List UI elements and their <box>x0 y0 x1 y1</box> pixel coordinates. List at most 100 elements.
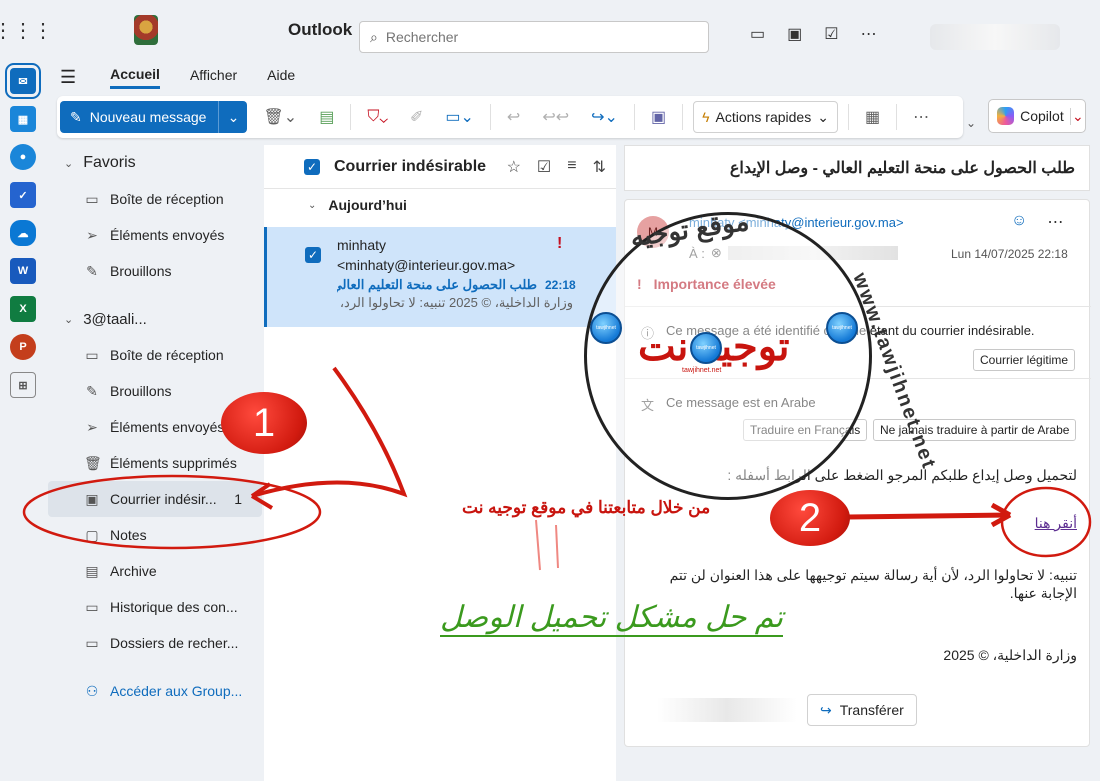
reply-icon[interactable]: ↩ <box>501 107 526 127</box>
new-message-dropdown-icon[interactable]: ⌄ <box>219 109 247 126</box>
folder-inbox[interactable]: ▭ Boîte de réception <box>48 337 262 373</box>
folder-search[interactable]: ▭ Dossiers de recher... <box>48 625 262 661</box>
forward-arrow-icon: ↪ <box>820 701 832 718</box>
sweep-icon[interactable]: ✐ <box>404 107 429 127</box>
more-actions-icon[interactable]: ⋯ <box>1047 212 1063 232</box>
todo-app-icon[interactable]: ✓ <box>10 182 36 208</box>
email-subject: طلب الحصول على منحة التعليم العالي - وصل… <box>624 145 1090 191</box>
sort-icon[interactable]: ⇅ <box>593 157 606 177</box>
reply-all-icon[interactable]: ↩↩ <box>536 107 575 127</box>
folder-junk[interactable]: ▣ Courrier indésir... 1 <box>48 481 262 517</box>
importance-banner: ! Importance élevée <box>637 276 776 292</box>
word-app-icon[interactable]: W <box>10 258 36 284</box>
body-footer: وزارة الداخلية، © 2025 <box>943 647 1077 663</box>
app-launcher-icon[interactable]: ⋮⋮⋮ <box>0 18 53 43</box>
importance-label: Importance élevée <box>653 276 776 292</box>
folder-archive[interactable]: ▤ Archive <box>48 553 262 589</box>
filter-icon[interactable]: ≡ <box>567 157 576 177</box>
new-message-main[interactable]: ✎ Nouveau message <box>60 101 220 133</box>
body-warning: تنبيه: لا تحاولوا الرد، لأن أية رسالة سي… <box>669 567 1077 601</box>
people-app-icon[interactable]: ● <box>10 144 36 170</box>
tab-accueil[interactable]: Accueil <box>110 66 160 89</box>
chevron-down-icon[interactable]: ⌄ <box>1069 107 1085 125</box>
new-message-label: Nouveau message <box>89 109 207 125</box>
avatar[interactable]: M <box>637 216 669 248</box>
download-link-text[interactable]: أنقر هنا <box>1035 515 1077 531</box>
sender-address[interactable]: minhaty <minhaty@interieur.gov.ma> <box>689 215 904 230</box>
meet-now-icon[interactable]: ▭ <box>750 24 765 44</box>
ribbon-tabs: ☰ Accueil Afficher Aide <box>60 62 295 92</box>
copilot-button[interactable]: Copilot ⌄ <box>988 99 1086 133</box>
account-header[interactable]: ⌄ 3@taali... <box>48 301 262 337</box>
favorite-drafts[interactable]: ✎ Brouillons <box>48 253 262 289</box>
more-options-icon[interactable]: ⋯ <box>861 24 877 44</box>
reading-pane: طلب الحصول على منحة التعليم العالي - وصل… <box>624 145 1091 781</box>
folder-notes[interactable]: ▢ Notes <box>48 517 262 553</box>
select-all-checkbox[interactable]: ✓ <box>304 158 320 175</box>
apps-grid-icon[interactable]: ▦ <box>859 107 886 127</box>
date-group-header[interactable]: ⌄ Aujourd’hui <box>264 189 616 221</box>
folder-label: Brouillons <box>110 383 172 399</box>
note-icon: ▢ <box>85 526 99 543</box>
folder-icon: ▭ <box>85 598 99 615</box>
folder-history[interactable]: ▭ Historique des con... <box>48 589 262 625</box>
groups-link[interactable]: ⚇ Accéder aux Group... <box>48 673 262 709</box>
translation-infobar: 文 Ce message est en Arabe Traduire en Fr… <box>625 378 1091 448</box>
junk-notice-row: ⓘ Ce message a été identifié comme étant… <box>641 323 1035 342</box>
divider <box>489 104 491 130</box>
folder-drafts[interactable]: ✎ Brouillons <box>48 373 262 409</box>
translate-button[interactable]: Traduire en Français <box>743 419 868 441</box>
folder-deleted[interactable]: 🗑 Éléments supprimés <box>48 445 262 481</box>
folder-sent[interactable]: ➢ Éléments envoyés <box>48 409 262 445</box>
redacted-recipient <box>727 246 898 260</box>
favorite-inbox[interactable]: ▭ Boîte de réception <box>48 181 262 217</box>
favorite-sent[interactable]: ➢ Éléments envoyés <box>48 217 262 253</box>
message-checkbox[interactable]: ✓ <box>305 247 321 263</box>
app-rail: ✉ ▦ ● ✓ ☁ W X P ⊞ <box>0 60 46 781</box>
move-to-folder-icon[interactable]: ▭⌄ <box>439 107 480 127</box>
message-sender-email: <minhaty@interieur.gov.ma> <box>337 257 516 273</box>
favorite-star-icon[interactable]: ☆ <box>507 157 521 177</box>
forward-button[interactable]: ↪ Transférer <box>807 694 917 726</box>
folder-label: Éléments envoyés <box>110 419 225 435</box>
more-commands-icon[interactable]: ⋯ <box>907 107 935 127</box>
powerpoint-app-icon[interactable]: P <box>10 334 36 360</box>
hamburger-menu-icon[interactable]: ☰ <box>60 67 76 88</box>
more-apps-icon[interactable]: ⊞ <box>10 372 36 398</box>
tab-afficher[interactable]: Afficher <box>190 67 237 87</box>
calendar-app-icon[interactable]: ▦ <box>10 106 36 132</box>
search-input[interactable] <box>385 29 686 45</box>
excel-app-icon[interactable]: X <box>10 296 36 322</box>
quick-actions-button[interactable]: ϟ Actions rapides ⌄ <box>693 101 838 133</box>
divider <box>847 104 849 130</box>
ribbon-toolbar: ✎ Nouveau message ⌄ 🗑⌄ ▤ ⛉⌄ ✐ ▭⌄ ↩ ↩↩ ↪⌄… <box>57 96 963 138</box>
folder-label: Boîte de réception <box>110 191 224 207</box>
emoji-reaction-icon[interactable]: ☺ <box>1011 212 1027 232</box>
ribbon-expand-icon[interactable]: ⌄ <box>966 116 976 130</box>
archive-icon[interactable]: ▤ <box>313 107 340 127</box>
folder-label: Boîte de réception <box>110 347 224 363</box>
divider <box>682 104 684 130</box>
tab-aide[interactable]: Aide <box>267 67 295 87</box>
forward-icon[interactable]: ↪⌄ <box>585 107 624 127</box>
mail-app-icon[interactable]: ✉ <box>5 63 41 99</box>
lightning-icon: ϟ <box>702 109 710 125</box>
delete-icon[interactable]: 🗑⌄ <box>257 107 303 127</box>
folder-label: Historique des con... <box>110 599 238 615</box>
tasks-icon[interactable]: ☑ <box>824 24 838 44</box>
mark-read-icon[interactable]: ☑ <box>537 157 551 177</box>
never-translate-button[interactable]: Ne jamais traduire à partir de Arabe <box>873 419 1077 441</box>
favorites-header[interactable]: ⌄ Favoris <box>48 145 262 181</box>
redacted-reply-buttons <box>657 698 797 722</box>
importance-icon: ! <box>557 235 563 252</box>
search-box[interactable]: ⌕ <box>359 21 709 53</box>
onedrive-app-icon[interactable]: ☁ <box>10 220 36 246</box>
copilot-label: Copilot <box>1020 108 1064 124</box>
teams-icon[interactable]: ▣ <box>645 107 672 127</box>
report-shield-icon[interactable]: ⛉⌄ <box>361 108 394 126</box>
message-row[interactable]: ✓ minhaty <minhaty@interieur.gov.ma> ! ط… <box>264 227 616 327</box>
new-message-button[interactable]: ✎ Nouveau message ⌄ <box>60 101 248 133</box>
chevron-down-icon: ⌄ <box>64 157 74 170</box>
not-junk-button[interactable]: Courrier légitime <box>973 349 1076 371</box>
onenote-icon[interactable]: ▣ <box>787 24 802 44</box>
